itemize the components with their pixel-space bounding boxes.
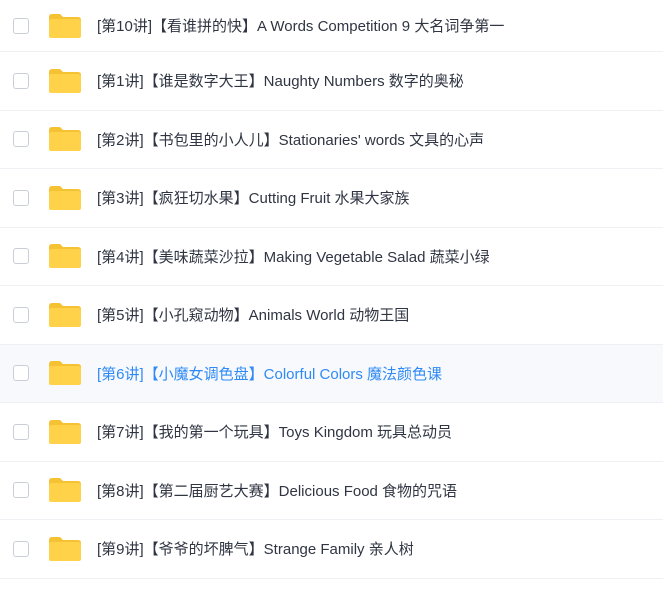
row-checkbox[interactable] — [13, 248, 29, 265]
folder-icon — [49, 127, 81, 152]
file-name[interactable]: [第9讲]【爷爷的坏脾气】Strange Family 亲人树 — [97, 538, 414, 559]
file-name[interactable]: [第1讲]【谁是数字大王】Naughty Numbers 数字的奥秘 — [97, 70, 464, 91]
row-checkbox[interactable] — [13, 365, 29, 382]
row-checkbox[interactable] — [13, 131, 29, 148]
folder-icon — [49, 244, 81, 269]
file-name[interactable]: [第7讲]【我的第一个玩具】Toys Kingdom 玩具总动员 — [97, 421, 452, 442]
file-name[interactable]: [第4讲]【美味蔬菜沙拉】Making Vegetable Salad 蔬菜小绿 — [97, 246, 490, 267]
folder-icon — [49, 536, 81, 561]
folder-icon — [49, 302, 81, 327]
list-item[interactable]: [第9讲]【爷爷的坏脾气】Strange Family 亲人树 — [0, 520, 663, 579]
folder-icon — [49, 68, 81, 93]
list-item[interactable]: [第6讲]【小魔女调色盘】Colorful Colors 魔法颜色课 — [0, 344, 663, 403]
row-checkbox[interactable] — [13, 72, 29, 89]
file-name[interactable]: [第2讲]【书包里的小人儿】Stationaries' words 文具的心声 — [97, 129, 484, 150]
list-item[interactable]: [第4讲]【美味蔬菜沙拉】Making Vegetable Salad 蔬菜小绿 — [0, 228, 663, 286]
file-name[interactable]: [第8讲]【第二届厨艺大赛】Delicious Food 食物的咒语 — [97, 480, 457, 501]
list-item[interactable]: [第3讲]【疯狂切水果】Cutting Fruit 水果大家族 — [0, 169, 663, 228]
list-item[interactable]: [第10讲]【看谁拼的快】A Words Competition 9 大名词争第… — [0, 0, 663, 52]
file-name[interactable]: [第3讲]【疯狂切水果】Cutting Fruit 水果大家族 — [97, 187, 410, 208]
list-item[interactable]: [第2讲]【书包里的小人儿】Stationaries' words 文具的心声 — [0, 111, 663, 169]
file-name[interactable]: [第5讲]【小孔窥动物】Animals World 动物王国 — [97, 304, 409, 325]
row-checkbox[interactable] — [13, 423, 29, 440]
row-checkbox[interactable] — [13, 189, 29, 206]
folder-icon — [49, 13, 81, 38]
file-name[interactable]: [第10讲]【看谁拼的快】A Words Competition 9 大名词争第… — [97, 15, 504, 36]
row-checkbox[interactable] — [13, 17, 29, 34]
file-name[interactable]: [第6讲]【小魔女调色盘】Colorful Colors 魔法颜色课 — [97, 363, 442, 384]
list-item[interactable]: [第1讲]【谁是数字大王】Naughty Numbers 数字的奥秘 — [0, 52, 663, 111]
list-item[interactable]: [第8讲]【第二届厨艺大赛】Delicious Food 食物的咒语 — [0, 462, 663, 520]
folder-icon — [49, 478, 81, 503]
row-checkbox[interactable] — [13, 306, 29, 323]
list-item[interactable]: [第7讲]【我的第一个玩具】Toys Kingdom 玩具总动员 — [0, 403, 663, 462]
folder-icon — [49, 419, 81, 444]
list-item[interactable]: [第5讲]【小孔窥动物】Animals World 动物王国 — [0, 286, 663, 345]
folder-icon — [49, 361, 81, 386]
file-list: [第10讲]【看谁拼的快】A Words Competition 9 大名词争第… — [0, 0, 663, 579]
folder-icon — [49, 185, 81, 210]
row-checkbox[interactable] — [13, 540, 29, 557]
row-checkbox[interactable] — [13, 482, 29, 499]
